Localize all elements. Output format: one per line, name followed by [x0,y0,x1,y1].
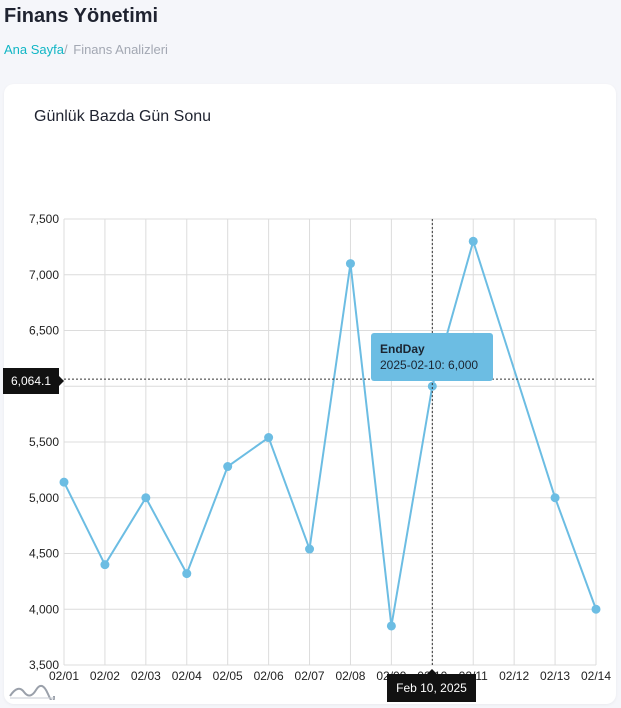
crosshair-y-value-label: 6,064.1 [3,368,64,394]
data-point [141,493,151,503]
x-tick-label: 02/13 [540,669,570,683]
data-point [591,604,601,614]
x-tick-label: 02/06 [254,669,284,683]
y-tick-label: 5,500 [29,435,59,449]
data-point [305,544,315,554]
tooltip-series-name: EndDay [380,342,425,356]
x-tick-label: 02/12 [499,669,529,683]
y-tick-label: 4,500 [29,547,59,561]
mountain-wave-icon [9,684,55,700]
data-point [550,493,560,503]
x-tick-label: 02/08 [335,669,365,683]
data-point [264,433,274,443]
data-point [100,560,110,570]
crosshair-x-value-label: Feb 10, 2025 [387,669,476,702]
data-point [59,477,69,487]
x-tick-label: 02/07 [295,669,325,683]
data-point [386,621,396,631]
tooltip-value: 2025-02-10: 6,000 [380,358,479,372]
y-tick-label: 4,000 [29,602,59,616]
x-tick-label: 02/03 [131,669,161,683]
x-tick-label: 02/02 [90,669,120,683]
x-tick-label: 02/14 [581,669,611,683]
y-tick-label: 6,500 [29,324,59,338]
data-point [345,259,355,269]
series-line [63,237,597,627]
x-tick-label: 02/04 [172,669,202,683]
y-tick-label: 7,500 [29,212,59,226]
data-point [182,569,192,579]
y-tick-label: 5,000 [29,491,59,505]
data-point [223,462,233,472]
chart-tooltip: EndDay 2025-02-10: 6,000 [371,333,493,381]
line-chart[interactable]: 3,5004,0004,5005,0005,5006,0006,5007,000… [0,0,621,708]
data-point [468,236,478,246]
x-tick-label: 02/05 [213,669,243,683]
y-tick-label: 7,000 [29,268,59,282]
